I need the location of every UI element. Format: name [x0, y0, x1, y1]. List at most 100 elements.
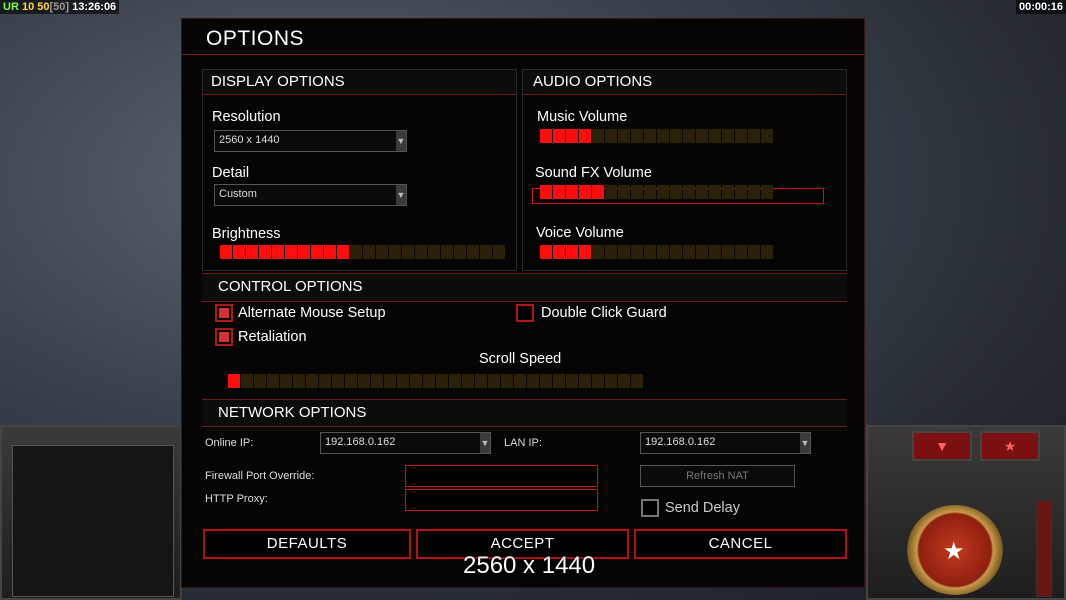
resolution-dropdown[interactable]: 2560 x 1440 ▼: [214, 130, 407, 152]
music-volume-segment[interactable]: [657, 129, 669, 143]
sound-fx-volume-segment[interactable]: [631, 185, 643, 199]
brightness-segment[interactable]: [259, 245, 271, 259]
music-volume-segment[interactable]: [722, 129, 734, 143]
voice-volume-segment[interactable]: [709, 245, 721, 259]
sound-fx-volume-segment[interactable]: [722, 185, 734, 199]
voice-volume-segment[interactable]: [644, 245, 656, 259]
scroll-speed-segment[interactable]: [358, 374, 370, 388]
scroll-speed-segment[interactable]: [293, 374, 305, 388]
music-volume-segment[interactable]: [735, 129, 747, 143]
voice-volume-segment[interactable]: [761, 245, 773, 259]
music-volume-segment[interactable]: [761, 129, 773, 143]
scroll-speed-segment[interactable]: [345, 374, 357, 388]
voice-volume-segment[interactable]: [683, 245, 695, 259]
brightness-segment[interactable]: [454, 245, 466, 259]
music-volume-segment[interactable]: [605, 129, 617, 143]
voice-volume-segment[interactable]: [722, 245, 734, 259]
scroll-speed-segment[interactable]: [254, 374, 266, 388]
retaliation-checkbox[interactable]: [215, 328, 233, 346]
brightness-segment[interactable]: [441, 245, 453, 259]
scroll-speed-segment[interactable]: [462, 374, 474, 388]
chevron-down-icon[interactable]: ▼: [396, 185, 406, 205]
scroll-speed-segment[interactable]: [488, 374, 500, 388]
sound-fx-volume-segment[interactable]: [683, 185, 695, 199]
scroll-speed-segment[interactable]: [514, 374, 526, 388]
brightness-segment[interactable]: [363, 245, 375, 259]
chevron-down-icon[interactable]: ▼: [480, 433, 490, 453]
voice-volume-segment[interactable]: [553, 245, 565, 259]
sound-fx-volume-segment[interactable]: [540, 185, 552, 199]
brightness-segment[interactable]: [311, 245, 323, 259]
brightness-segment[interactable]: [389, 245, 401, 259]
scroll-speed-segment[interactable]: [605, 374, 617, 388]
music-volume-segment[interactable]: [566, 129, 578, 143]
scroll-speed-segment[interactable]: [566, 374, 578, 388]
scroll-speed-segment[interactable]: [306, 374, 318, 388]
scroll-speed-segment[interactable]: [631, 374, 643, 388]
scroll-speed-segment[interactable]: [410, 374, 422, 388]
chevron-down-icon[interactable]: ▼: [396, 131, 406, 151]
send-delay-checkbox[interactable]: [641, 499, 659, 517]
sound-fx-volume-segment[interactable]: [670, 185, 682, 199]
detail-dropdown[interactable]: Custom ▼: [214, 184, 407, 206]
scroll-speed-segment[interactable]: [579, 374, 591, 388]
music-volume-segment[interactable]: [696, 129, 708, 143]
defaults-button[interactable]: DEFAULTS: [203, 529, 411, 559]
sound-fx-volume-segment[interactable]: [592, 185, 604, 199]
music-volume-segment[interactable]: [683, 129, 695, 143]
scroll-speed-segment[interactable]: [475, 374, 487, 388]
voice-volume-segment[interactable]: [696, 245, 708, 259]
sound-fx-volume-segment[interactable]: [566, 185, 578, 199]
brightness-segment[interactable]: [246, 245, 258, 259]
music-volume-segment[interactable]: [748, 129, 760, 143]
online-ip-dropdown[interactable]: 192.168.0.162 ▼: [320, 432, 491, 454]
music-volume-segment[interactable]: [553, 129, 565, 143]
scroll-speed-segment[interactable]: [384, 374, 396, 388]
voice-volume-segment[interactable]: [735, 245, 747, 259]
scroll-speed-segment[interactable]: [423, 374, 435, 388]
alternate-mouse-checkbox[interactable]: [215, 304, 233, 322]
firewall-port-input[interactable]: [405, 465, 598, 487]
brightness-slider[interactable]: [220, 245, 505, 259]
scroll-speed-segment[interactable]: [592, 374, 604, 388]
music-volume-segment[interactable]: [540, 129, 552, 143]
voice-volume-segment[interactable]: [540, 245, 552, 259]
music-volume-slider[interactable]: [540, 129, 773, 143]
music-volume-segment[interactable]: [618, 129, 630, 143]
scroll-speed-segment[interactable]: [527, 374, 539, 388]
music-volume-segment[interactable]: [579, 129, 591, 143]
brightness-segment[interactable]: [467, 245, 479, 259]
voice-volume-segment[interactable]: [566, 245, 578, 259]
sound-fx-volume-segment[interactable]: [735, 185, 747, 199]
sound-fx-volume-segment[interactable]: [709, 185, 721, 199]
voice-volume-segment[interactable]: [748, 245, 760, 259]
brightness-segment[interactable]: [337, 245, 349, 259]
voice-volume-slider[interactable]: [540, 245, 773, 259]
scroll-speed-segment[interactable]: [371, 374, 383, 388]
brightness-segment[interactable]: [480, 245, 492, 259]
scroll-speed-segment[interactable]: [618, 374, 630, 388]
scroll-speed-segment[interactable]: [449, 374, 461, 388]
music-volume-segment[interactable]: [631, 129, 643, 143]
side-tab-down-icon[interactable]: ▼: [912, 431, 972, 461]
scroll-speed-slider[interactable]: [228, 374, 643, 388]
voice-volume-segment[interactable]: [631, 245, 643, 259]
brightness-segment[interactable]: [220, 245, 232, 259]
voice-volume-segment[interactable]: [657, 245, 669, 259]
brightness-segment[interactable]: [324, 245, 336, 259]
music-volume-segment[interactable]: [709, 129, 721, 143]
scroll-speed-segment[interactable]: [228, 374, 240, 388]
scroll-speed-segment[interactable]: [280, 374, 292, 388]
sound-fx-volume-segment[interactable]: [657, 185, 669, 199]
music-volume-segment[interactable]: [670, 129, 682, 143]
voice-volume-segment[interactable]: [605, 245, 617, 259]
scroll-speed-segment[interactable]: [397, 374, 409, 388]
scroll-speed-segment[interactable]: [241, 374, 253, 388]
brightness-segment[interactable]: [428, 245, 440, 259]
brightness-segment[interactable]: [298, 245, 310, 259]
sound-fx-volume-slider[interactable]: [540, 185, 773, 199]
voice-volume-segment[interactable]: [670, 245, 682, 259]
scroll-speed-segment[interactable]: [436, 374, 448, 388]
sound-fx-volume-segment[interactable]: [605, 185, 617, 199]
cancel-button[interactable]: CANCEL: [634, 529, 847, 559]
